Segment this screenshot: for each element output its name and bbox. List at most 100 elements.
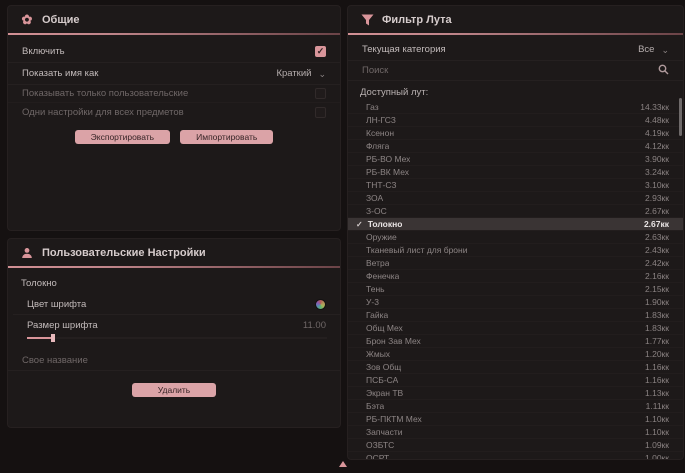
font-size-slider[interactable] — [27, 337, 327, 339]
list-item[interactable]: У-3 1.90кк — [348, 296, 683, 309]
show-name-dropdown[interactable]: Краткий ⌄ — [276, 68, 326, 79]
scrollbar-thumb[interactable] — [679, 98, 682, 136]
list-item[interactable]: ✓Толокно2.67кк — [348, 218, 683, 231]
item-value: 1.16кк — [645, 375, 669, 385]
same-settings-checkbox[interactable] — [315, 107, 326, 118]
category-value: Все — [638, 44, 654, 55]
list-item[interactable]: ОЗБТС1.09кк — [348, 439, 683, 452]
custom-settings-panel: Пользовательские Настройки Толокно Цвет … — [7, 238, 341, 428]
list-item[interactable]: Тканевый лист для брони 2.43кк — [348, 244, 683, 257]
selected-item-name: Толокно — [8, 268, 340, 295]
item-value: 1.83кк — [645, 310, 669, 320]
loot-filter-panel: Фильтр Лута Текущая категория Все ⌄ Поис… — [347, 5, 684, 460]
item-name: ЛН-ГСЗ — [366, 115, 396, 125]
list-item[interactable]: Экран ТВ1.13кк — [348, 387, 683, 400]
header-divider — [348, 33, 683, 35]
font-color-label: Цвет шрифта — [27, 299, 86, 310]
item-value: 1.16кк — [645, 362, 669, 372]
list-item[interactable]: Жмых1.20кк — [348, 348, 683, 361]
item-value: 1.11кк — [646, 401, 669, 411]
item-value: 1.00кк — [645, 453, 669, 460]
item-value: 2.67кк — [644, 219, 669, 229]
list-item[interactable]: Газ14.33кк — [348, 101, 683, 114]
item-name: ЗОА — [366, 193, 383, 203]
item-name: Гайка — [366, 310, 388, 320]
filter-header: Фильтр Лута — [348, 6, 683, 33]
chevron-down-icon: ⌄ — [318, 71, 326, 77]
list-item[interactable]: РБ-ПКТМ Мех1.10кк — [348, 413, 683, 426]
item-name: Запчасти — [366, 427, 403, 437]
only-custom-checkbox[interactable] — [315, 88, 326, 99]
item-value: 1.13кк — [645, 388, 669, 398]
list-item[interactable]: Оружие2.63кк — [348, 231, 683, 244]
general-panel: ✿ Общие Включить ✓ Показать имя как Крат… — [7, 5, 341, 231]
same-settings-row: Одни настройки для всех предметов — [8, 103, 340, 121]
enable-row: Включить ✓ — [8, 41, 340, 63]
list-item[interactable]: З-ОС2.67кк — [348, 205, 683, 218]
list-item[interactable]: РБ-ВК Мех3.24кк — [348, 166, 683, 179]
list-item[interactable]: Запчасти 1.10кк — [348, 426, 683, 439]
list-item[interactable]: ОСРТ1.00кк — [348, 452, 683, 460]
list-item[interactable]: ЛН-ГСЗ 4.48кк — [348, 114, 683, 127]
list-item[interactable]: Тень2.15кк — [348, 283, 683, 296]
item-value: 4.12кк — [645, 141, 669, 151]
item-value: 2.43кк — [645, 245, 669, 255]
custom-header: Пользовательские Настройки — [8, 239, 340, 266]
list-item[interactable]: ПСБ-СА 1.16кк — [348, 374, 683, 387]
delete-button[interactable]: Удалить — [132, 383, 216, 397]
slider-fill — [27, 337, 53, 339]
list-item[interactable]: Брон Зав Мех1.77кк — [348, 335, 683, 348]
item-value: 1.20кк — [645, 349, 669, 359]
list-item[interactable]: Гайка 1.83кк — [348, 309, 683, 322]
header-divider — [8, 33, 340, 35]
only-custom-label: Показывать только пользовательские — [22, 88, 188, 99]
item-value: 4.48кк — [645, 115, 669, 125]
item-value: 1.90кк — [645, 297, 669, 307]
custom-title: Пользовательские Настройки — [42, 247, 206, 259]
list-item[interactable]: ТНТ-СЗ3.10кк — [348, 179, 683, 192]
item-name: Тканевый лист для брони — [366, 245, 467, 255]
funnel-icon — [360, 13, 374, 27]
item-value: 1.10кк — [645, 427, 669, 437]
category-dropdown[interactable]: Все ⌄ — [638, 44, 669, 55]
loot-filter-app: ✿ Общие Включить ✓ Показать имя как Крат… — [0, 0, 685, 473]
list-item[interactable]: Общ Мех1.83кк — [348, 322, 683, 335]
list-item[interactable]: РБ-ВО Мех 3.90кк — [348, 153, 683, 166]
item-name: У-3 — [366, 297, 379, 307]
slider-handle[interactable] — [51, 334, 55, 342]
item-name: Бэта — [366, 401, 384, 411]
list-item[interactable]: Фляга 4.12кк — [348, 140, 683, 153]
enable-checkbox[interactable]: ✓ — [315, 46, 326, 57]
list-item[interactable]: Зов Общ1.16кк — [348, 361, 683, 374]
only-custom-row: Показывать только пользовательские — [8, 85, 340, 103]
item-name: Фляга — [366, 141, 389, 151]
available-loot-label: Доступный лут: — [348, 81, 683, 101]
category-row: Текущая категория Все ⌄ — [348, 39, 683, 61]
export-button[interactable]: Экспортировать — [75, 130, 170, 144]
show-name-value: Краткий — [276, 68, 311, 79]
item-value: 1.77кк — [645, 336, 669, 346]
search-row: Поиск — [348, 61, 683, 81]
item-value: 2.67кк — [645, 206, 669, 216]
item-value: 3.90кк — [645, 154, 669, 164]
chevron-down-icon: ⌄ — [661, 47, 669, 53]
general-header: ✿ Общие — [8, 6, 340, 33]
list-item[interactable]: Фенечка2.16кк — [348, 270, 683, 283]
list-item[interactable]: ЗОА2.93кк — [348, 192, 683, 205]
item-name: Фенечка — [366, 271, 399, 281]
page-drag-handle[interactable] — [339, 461, 347, 467]
custom-name-row: Свое название — [8, 351, 340, 371]
import-button[interactable]: Импортировать — [180, 130, 273, 144]
item-name: РБ-ВО Мех — [366, 154, 410, 164]
item-name: ТНТ-СЗ — [366, 180, 397, 190]
search-input[interactable]: Поиск — [362, 65, 388, 76]
search-icon[interactable] — [658, 64, 669, 78]
enable-label: Включить — [22, 46, 65, 57]
color-wheel-icon[interactable] — [315, 299, 326, 310]
font-size-label: Размер шрифта — [27, 320, 98, 331]
custom-name-input[interactable]: Свое название — [22, 355, 88, 366]
list-item[interactable]: Ксенон4.19кк — [348, 127, 683, 140]
list-item[interactable]: Ветра2.42кк — [348, 257, 683, 270]
list-item[interactable]: Бэта 1.11кк — [348, 400, 683, 413]
item-name: ПСБ-СА — [366, 375, 398, 385]
